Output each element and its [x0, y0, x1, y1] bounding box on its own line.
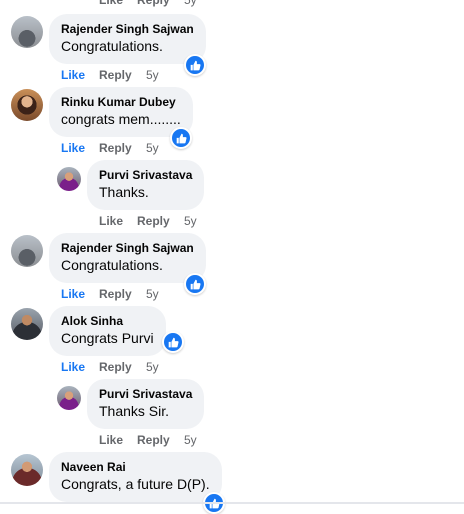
- reply-link[interactable]: Reply: [137, 213, 170, 229]
- comment-bubble: Rajender Singh Sajwan Congratulations.: [49, 233, 206, 283]
- avatar[interactable]: [57, 167, 81, 191]
- timestamp: 5y: [146, 360, 159, 374]
- comment-author[interactable]: Rajender Singh Sajwan: [61, 240, 194, 256]
- comment-text: Congratulations.: [61, 38, 163, 54]
- timestamp: 5y: [146, 287, 159, 301]
- like-icon[interactable]: [184, 273, 206, 295]
- like-link[interactable]: Like: [99, 432, 123, 448]
- comment-bubble: Naveen Rai Congrats, a future D(P).: [49, 452, 222, 502]
- timestamp: 5y: [184, 214, 197, 228]
- comment-text: congrats mem........: [61, 111, 181, 127]
- like-link[interactable]: Like: [99, 0, 123, 8]
- comment-author[interactable]: Rinku Kumar Dubey: [61, 94, 181, 110]
- comment-text: Thanks.: [99, 184, 149, 200]
- comment-author[interactable]: Purvi Srivastava: [99, 167, 192, 183]
- avatar[interactable]: [11, 308, 43, 340]
- timestamp: 5y: [184, 433, 197, 447]
- avatar[interactable]: [11, 454, 43, 486]
- like-link[interactable]: Like: [61, 140, 85, 156]
- reply-bubble: Purvi Srivastava Thanks Sir.: [87, 379, 205, 429]
- like-link[interactable]: Like: [99, 213, 123, 229]
- comment-text: Congrats, a future D(P).: [61, 476, 210, 492]
- comment-author[interactable]: Rajender Singh Sajwan: [61, 21, 194, 37]
- comment-text: Congrats Purvi: [61, 330, 154, 346]
- reply-link[interactable]: Reply: [99, 140, 132, 156]
- avatar[interactable]: [11, 89, 43, 121]
- comment-bubble: Alok Sinha Congrats Purvi: [49, 306, 166, 356]
- comment-text: Thanks Sir.: [99, 403, 170, 419]
- reply-link[interactable]: Reply: [99, 286, 132, 302]
- comment-actions: Like Reply 5y: [61, 140, 181, 156]
- top-comment-actions: Like Reply 5y: [99, 0, 219, 8]
- avatar[interactable]: [11, 16, 43, 48]
- comment-actions: Like Reply 5y: [99, 432, 219, 448]
- like-icon[interactable]: [162, 331, 184, 353]
- comment-bubble: Rinku Kumar Dubey congrats mem........: [49, 87, 193, 137]
- avatar[interactable]: [11, 235, 43, 267]
- comment-text: Congratulations.: [61, 257, 163, 273]
- timestamp: 5y: [146, 141, 159, 155]
- avatar[interactable]: [57, 386, 81, 410]
- reply-bubble: Purvi Srivastava Thanks.: [87, 160, 205, 210]
- comment-bubble: Rajender Singh Sajwan Congratulations.: [49, 14, 206, 64]
- reply-link[interactable]: Reply: [99, 359, 132, 375]
- like-link[interactable]: Like: [61, 67, 85, 83]
- reply-link[interactable]: Reply: [99, 67, 132, 83]
- comment-actions: Like Reply 5y: [61, 286, 181, 302]
- timestamp: 5y: [146, 68, 159, 82]
- like-link[interactable]: Like: [61, 359, 85, 375]
- comment-author[interactable]: Alok Sinha: [61, 313, 154, 329]
- comment-actions: Like Reply 5y: [61, 359, 181, 375]
- like-link[interactable]: Like: [61, 286, 85, 302]
- comment-author[interactable]: Purvi Srivastava: [99, 386, 192, 402]
- reply-link[interactable]: Reply: [137, 0, 170, 8]
- comment-actions: Like Reply 5y: [99, 213, 219, 229]
- timestamp: 5y: [184, 0, 197, 7]
- comment-actions: Like Reply 5y: [61, 67, 181, 83]
- reply-link[interactable]: Reply: [137, 432, 170, 448]
- comment-author[interactable]: Naveen Rai: [61, 459, 210, 475]
- like-icon[interactable]: [184, 54, 206, 76]
